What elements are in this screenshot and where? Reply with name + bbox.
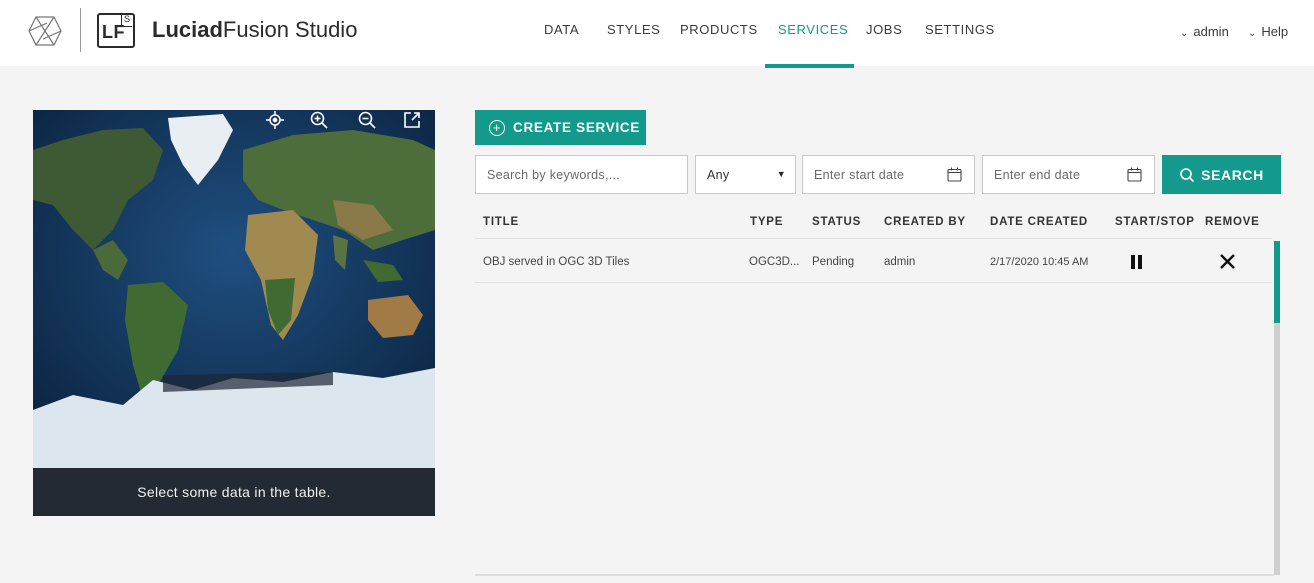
column-header-date-created[interactable]: DATE CREATED (990, 216, 1088, 228)
keyword-search-field[interactable] (475, 155, 688, 194)
table-bottom-border (475, 574, 1274, 576)
pause-icon[interactable] (1131, 255, 1143, 269)
column-header-title[interactable]: TITLE (483, 216, 519, 228)
cell-title: OBJ served in OGC 3D Tiles (483, 256, 630, 268)
nav-settings[interactable]: SETTINGS (925, 22, 995, 37)
column-header-status[interactable]: STATUS (812, 216, 861, 228)
zoom-in-icon[interactable] (309, 110, 329, 130)
cell-date-created: 2/17/2020 10:45 AM (990, 256, 1089, 268)
search-button-label: SEARCH (1201, 166, 1264, 183)
column-header-start-stop: START/STOP (1115, 216, 1195, 228)
hexagon-logo-icon (28, 16, 62, 46)
end-date-field[interactable] (982, 155, 1155, 194)
calendar-icon[interactable] (1127, 167, 1142, 182)
calendar-icon[interactable] (947, 167, 962, 182)
chevron-down-icon: ⌄ (1248, 28, 1257, 39)
scrollbar-thumb[interactable] (1274, 241, 1280, 323)
logo-divider (80, 8, 81, 52)
cell-created-by: admin (884, 256, 916, 268)
plus-circle-icon: + (489, 119, 505, 136)
user-menu[interactable]: ⌄ admin (1180, 24, 1229, 39)
active-nav-indicator (765, 64, 854, 68)
map-view[interactable] (33, 110, 435, 468)
map-caption: Select some data in the table. (33, 468, 435, 516)
type-select-value: Any (707, 167, 730, 182)
brand-bold: Luciad (152, 17, 223, 42)
create-service-label: CREATE SERVICE (513, 120, 641, 135)
caret-down-icon: ▼ (776, 169, 786, 179)
nav-styles[interactable]: STYLES (607, 22, 660, 37)
column-header-remove: REMOVE (1205, 216, 1260, 228)
create-service-button[interactable]: + CREATE SERVICE (475, 110, 646, 145)
external-link-icon[interactable] (402, 110, 422, 130)
start-date-field[interactable] (802, 155, 975, 194)
cell-status: Pending (812, 256, 855, 268)
start-date-input[interactable] (814, 167, 939, 182)
end-date-input[interactable] (994, 167, 1119, 182)
table-row[interactable]: OBJ served in OGC 3D Tiles OGC3D... Pend… (475, 239, 1272, 283)
type-select[interactable]: Any ▼ (695, 155, 796, 194)
nav-services[interactable]: SERVICES (778, 22, 848, 37)
help-menu-label: Help (1261, 24, 1289, 39)
chevron-down-icon: ⌄ (1180, 28, 1189, 39)
nav-jobs[interactable]: JOBS (866, 22, 902, 37)
lf-logo: LF S (97, 13, 135, 48)
brand-rest: Fusion Studio (222, 17, 358, 42)
column-header-type[interactable]: TYPE (750, 216, 783, 228)
app-title: LuciadFusion Studio (152, 17, 357, 43)
world-map-image (33, 110, 435, 468)
zoom-out-icon[interactable] (357, 110, 377, 130)
help-menu[interactable]: ⌄ Help (1248, 24, 1288, 39)
close-icon[interactable] (1219, 253, 1236, 270)
user-menu-label: admin (1193, 24, 1229, 39)
cell-type: OGC3D... (749, 256, 800, 268)
nav-products[interactable]: PRODUCTS (680, 22, 758, 37)
locate-icon[interactable] (265, 110, 285, 130)
search-icon (1180, 167, 1195, 182)
lf-logo-superscript: S (121, 14, 132, 27)
nav-data[interactable]: DATA (544, 22, 579, 37)
keyword-search-input[interactable] (487, 167, 687, 182)
search-button[interactable]: SEARCH (1162, 155, 1281, 194)
column-header-created-by[interactable]: CREATED BY (884, 216, 966, 228)
app-header: LF S LuciadFusion Studio DATA STYLES PRO… (0, 0, 1314, 68)
